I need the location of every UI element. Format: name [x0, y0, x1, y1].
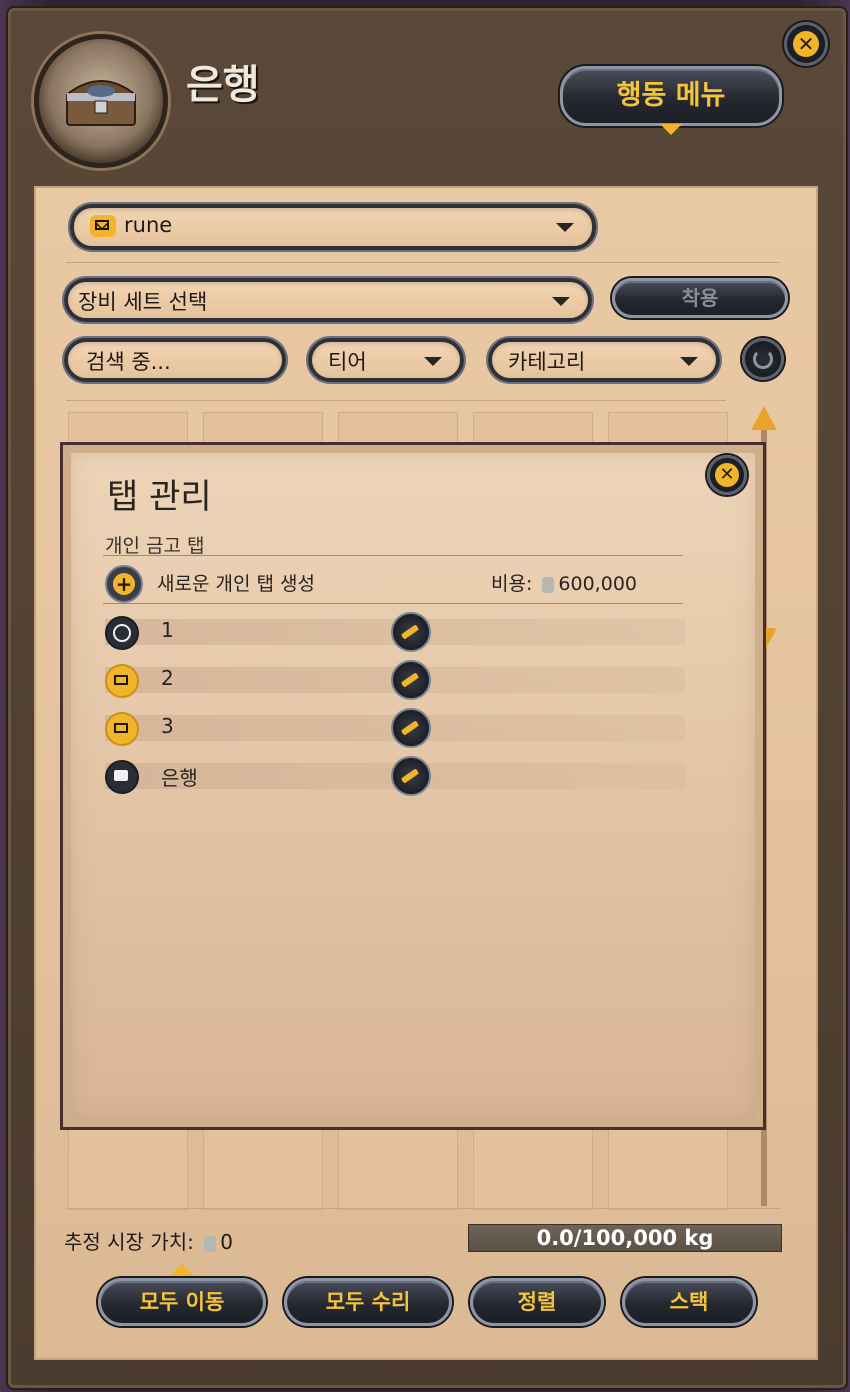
refresh-icon [753, 349, 773, 369]
item-slot[interactable] [203, 1120, 323, 1210]
close-icon: ✕ [715, 463, 739, 487]
item-slot[interactable] [473, 1120, 593, 1210]
create-tab-label: 새로운 개인 탭 생성 [157, 573, 315, 595]
window-title: 은행 [186, 62, 260, 108]
divider [66, 400, 726, 401]
item-slot[interactable] [68, 1120, 188, 1210]
market-value-label: 추정 시장 가치: [64, 1230, 194, 1254]
silver-icon [204, 1235, 217, 1252]
sort-label: 정렬 [517, 1290, 557, 1314]
stack-button[interactable]: 스택 [622, 1278, 756, 1326]
close-dialog-button[interactable]: ✕ [707, 455, 747, 495]
divider [66, 1208, 780, 1209]
repair-all-button[interactable]: 모두 수리 [284, 1278, 452, 1326]
divider [103, 603, 683, 604]
bank-portrait [34, 34, 168, 168]
section-label: 개인 금고 탭 [105, 535, 205, 557]
stack-label: 스택 [669, 1290, 709, 1314]
silver-icon [542, 576, 555, 593]
dialog-title: 탭 관리 [107, 477, 212, 517]
item-slot[interactable] [608, 1120, 728, 1210]
tab-row-3[interactable]: 3 [105, 708, 685, 748]
tab-management-dialog: 탭 관리 ✕ 개인 금고 탭 + 새로운 개인 탭 생성 비용: 600,000… [60, 442, 766, 1130]
sort-button[interactable]: 정렬 [470, 1278, 604, 1326]
plus-icon: + [113, 573, 135, 595]
tab-name: 은행 [161, 766, 198, 790]
chest-icon [66, 80, 136, 126]
chevron-down-icon [556, 223, 574, 232]
cost-display: 비용: 600,000 [491, 569, 637, 596]
item-slot[interactable] [338, 1120, 458, 1210]
reset-filter-button[interactable] [742, 338, 784, 380]
repair-all-label: 모두 수리 [325, 1290, 411, 1314]
apply-button[interactable]: 착용 [612, 278, 788, 318]
tab-dropdown-value: rune [124, 213, 173, 237]
chevron-down-icon [660, 124, 682, 135]
chest-icon [105, 760, 139, 794]
edit-tab-button[interactable] [391, 756, 431, 796]
cost-label: 비용: [491, 573, 533, 595]
add-tab-button[interactable]: + [105, 565, 143, 603]
tab-row-2[interactable]: 2 [105, 660, 685, 700]
move-all-button[interactable]: 모두 이동 [98, 1278, 266, 1326]
scroll-up-icon[interactable] [751, 406, 777, 430]
tier-dropdown[interactable]: 티어 [308, 338, 464, 382]
tier-label: 티어 [328, 350, 367, 374]
tab-dropdown[interactable]: rune [70, 204, 596, 250]
chevron-down-icon [552, 297, 570, 306]
equipment-set-value: 장비 세트 선택 [78, 290, 208, 314]
category-label: 카테고리 [508, 350, 586, 374]
create-tab-row[interactable]: + 새로운 개인 탭 생성 비용: 600,000 [105, 565, 685, 603]
tab-row-bank[interactable]: 은행 [105, 756, 685, 796]
move-all-label: 모두 이동 [139, 1290, 225, 1314]
weight-bar: 0.0/100,000 kg [468, 1224, 782, 1252]
envelope-icon [105, 712, 139, 746]
cost-value: 600,000 [558, 573, 637, 595]
envelope-icon [90, 215, 116, 237]
tab-name: 1 [161, 618, 174, 642]
edit-tab-button[interactable] [391, 612, 431, 652]
market-value: 0 [220, 1230, 233, 1254]
edit-tab-button[interactable] [391, 660, 431, 700]
edit-tab-button[interactable] [391, 708, 431, 748]
apply-label: 착용 [681, 286, 719, 310]
tab-name: 2 [161, 666, 174, 690]
action-menu-button[interactable]: 행동 메뉴 [560, 66, 782, 126]
category-dropdown[interactable]: 카테고리 [488, 338, 720, 382]
equipment-set-dropdown[interactable]: 장비 세트 선택 [64, 278, 592, 322]
search-input[interactable]: 검색 중... [64, 338, 286, 382]
chevron-down-icon [680, 357, 698, 366]
action-menu-label: 행동 메뉴 [616, 80, 726, 111]
close-icon: ✕ [793, 31, 819, 57]
target-icon [105, 616, 139, 650]
search-placeholder: 검색 중... [86, 350, 171, 374]
tab-row-1[interactable]: 1 [105, 612, 685, 652]
close-window-button[interactable]: ✕ [784, 22, 828, 66]
envelope-icon [105, 664, 139, 698]
divider [66, 262, 780, 263]
chevron-up-icon [170, 1264, 194, 1276]
market-value-display: 추정 시장 가치: 0 [64, 1226, 233, 1255]
divider [103, 555, 683, 556]
chevron-down-icon [424, 357, 442, 366]
tab-name: 3 [161, 714, 174, 738]
weight-value: 0.0/100,000 kg [536, 1226, 714, 1250]
